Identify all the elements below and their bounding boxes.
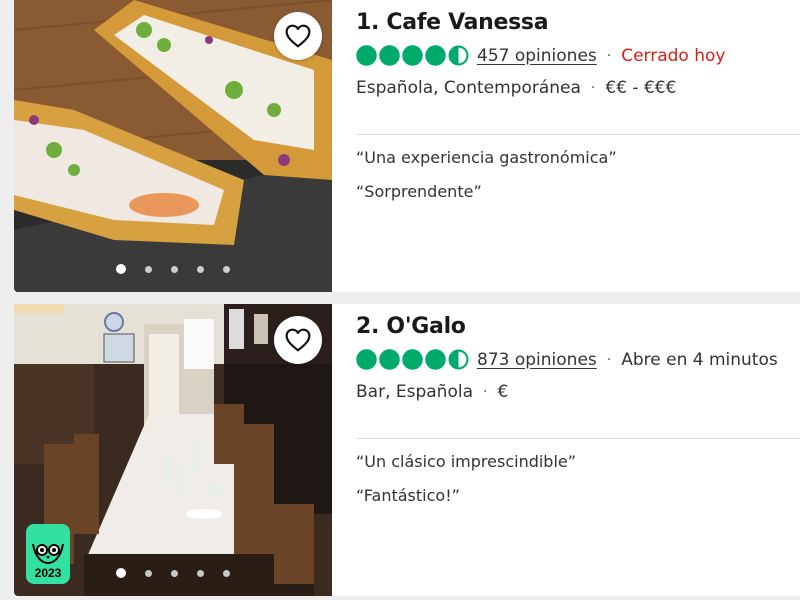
open-status: Abre en 4 minutos	[621, 349, 778, 370]
restaurant-title[interactable]: 1. Cafe Vanessa	[356, 10, 549, 35]
reviews-link[interactable]: 873 opiniones	[477, 350, 597, 370]
carousel-dot[interactable]	[116, 568, 126, 578]
rating-bubble-icon	[425, 45, 446, 66]
carousel-dot[interactable]	[223, 265, 230, 273]
cuisine-row: Española, Contemporánea · €€ - €€€	[356, 78, 676, 98]
rating-row: 457 opiniones · Cerrado hoy	[356, 45, 725, 66]
rating-half-bubble-icon	[448, 45, 469, 66]
carousel-dot[interactable]	[145, 569, 152, 577]
rating-bubble-icon	[402, 349, 423, 370]
save-favorite-button[interactable]	[274, 12, 322, 60]
rating-bubble-icon	[379, 45, 400, 66]
carousel-dots[interactable]	[14, 568, 332, 578]
rating-bubble-icon	[379, 349, 400, 370]
rating-bubble-icon	[356, 349, 377, 370]
separator-dot: ·	[606, 47, 612, 64]
rating-bubbles	[356, 45, 469, 66]
travelers-choice-owl-icon	[32, 543, 64, 565]
rating-bubbles	[356, 349, 469, 370]
restaurant-photo[interactable]	[14, 0, 332, 292]
separator-dot: ·	[590, 80, 596, 96]
cuisine-text: Española, Contemporánea	[356, 78, 581, 98]
rating-half-bubble-icon	[448, 349, 469, 370]
carousel-dot[interactable]	[171, 265, 178, 273]
heart-outline-icon	[285, 328, 311, 352]
restaurant-info: 1. Cafe Vanessa 457 opiniones · Cerrado …	[356, 0, 800, 292]
carousel-dot[interactable]	[116, 264, 126, 274]
divider	[356, 134, 800, 135]
separator-dot: ·	[606, 351, 612, 368]
rating-bubble-icon	[425, 349, 446, 370]
carousel-dot[interactable]	[145, 265, 152, 273]
restaurant-card[interactable]: 2023 2. O'Galo 873 opiniones · Abre en 4…	[14, 304, 800, 596]
rating-bubble-icon	[356, 45, 377, 66]
restaurant-title[interactable]: 2. O'Galo	[356, 314, 466, 339]
carousel-dots[interactable]	[14, 264, 332, 274]
review-snippet[interactable]: “Sorprendente”	[356, 182, 482, 201]
carousel-dot[interactable]	[197, 265, 204, 273]
carousel-dot[interactable]	[171, 569, 178, 577]
open-status: Cerrado hoy	[621, 45, 726, 66]
review-snippet[interactable]: “Fantástico!”	[356, 486, 460, 505]
divider	[356, 438, 800, 439]
carousel-dot[interactable]	[223, 569, 230, 577]
price-range: €	[497, 382, 509, 402]
cuisine-text: Bar, Española	[356, 382, 473, 402]
restaurant-card[interactable]: 1. Cafe Vanessa 457 opiniones · Cerrado …	[14, 0, 800, 292]
restaurant-info: 2. O'Galo 873 opiniones · Abre en 4 minu…	[356, 304, 800, 596]
review-snippet[interactable]: “Una experiencia gastronómica”	[356, 148, 617, 167]
rating-row: 873 opiniones · Abre en 4 minutos	[356, 349, 778, 370]
review-snippet[interactable]: “Un clásico imprescindible”	[356, 452, 576, 471]
heart-outline-icon	[285, 24, 311, 48]
restaurant-photo[interactable]: 2023	[14, 304, 332, 596]
cuisine-row: Bar, Española · €	[356, 382, 508, 402]
save-favorite-button[interactable]	[274, 316, 322, 364]
rating-bubble-icon	[402, 45, 423, 66]
price-range: €€ - €€€	[605, 78, 677, 98]
separator-dot: ·	[483, 384, 488, 400]
reviews-link[interactable]: 457 opiniones	[477, 46, 597, 66]
carousel-dot[interactable]	[197, 569, 204, 577]
